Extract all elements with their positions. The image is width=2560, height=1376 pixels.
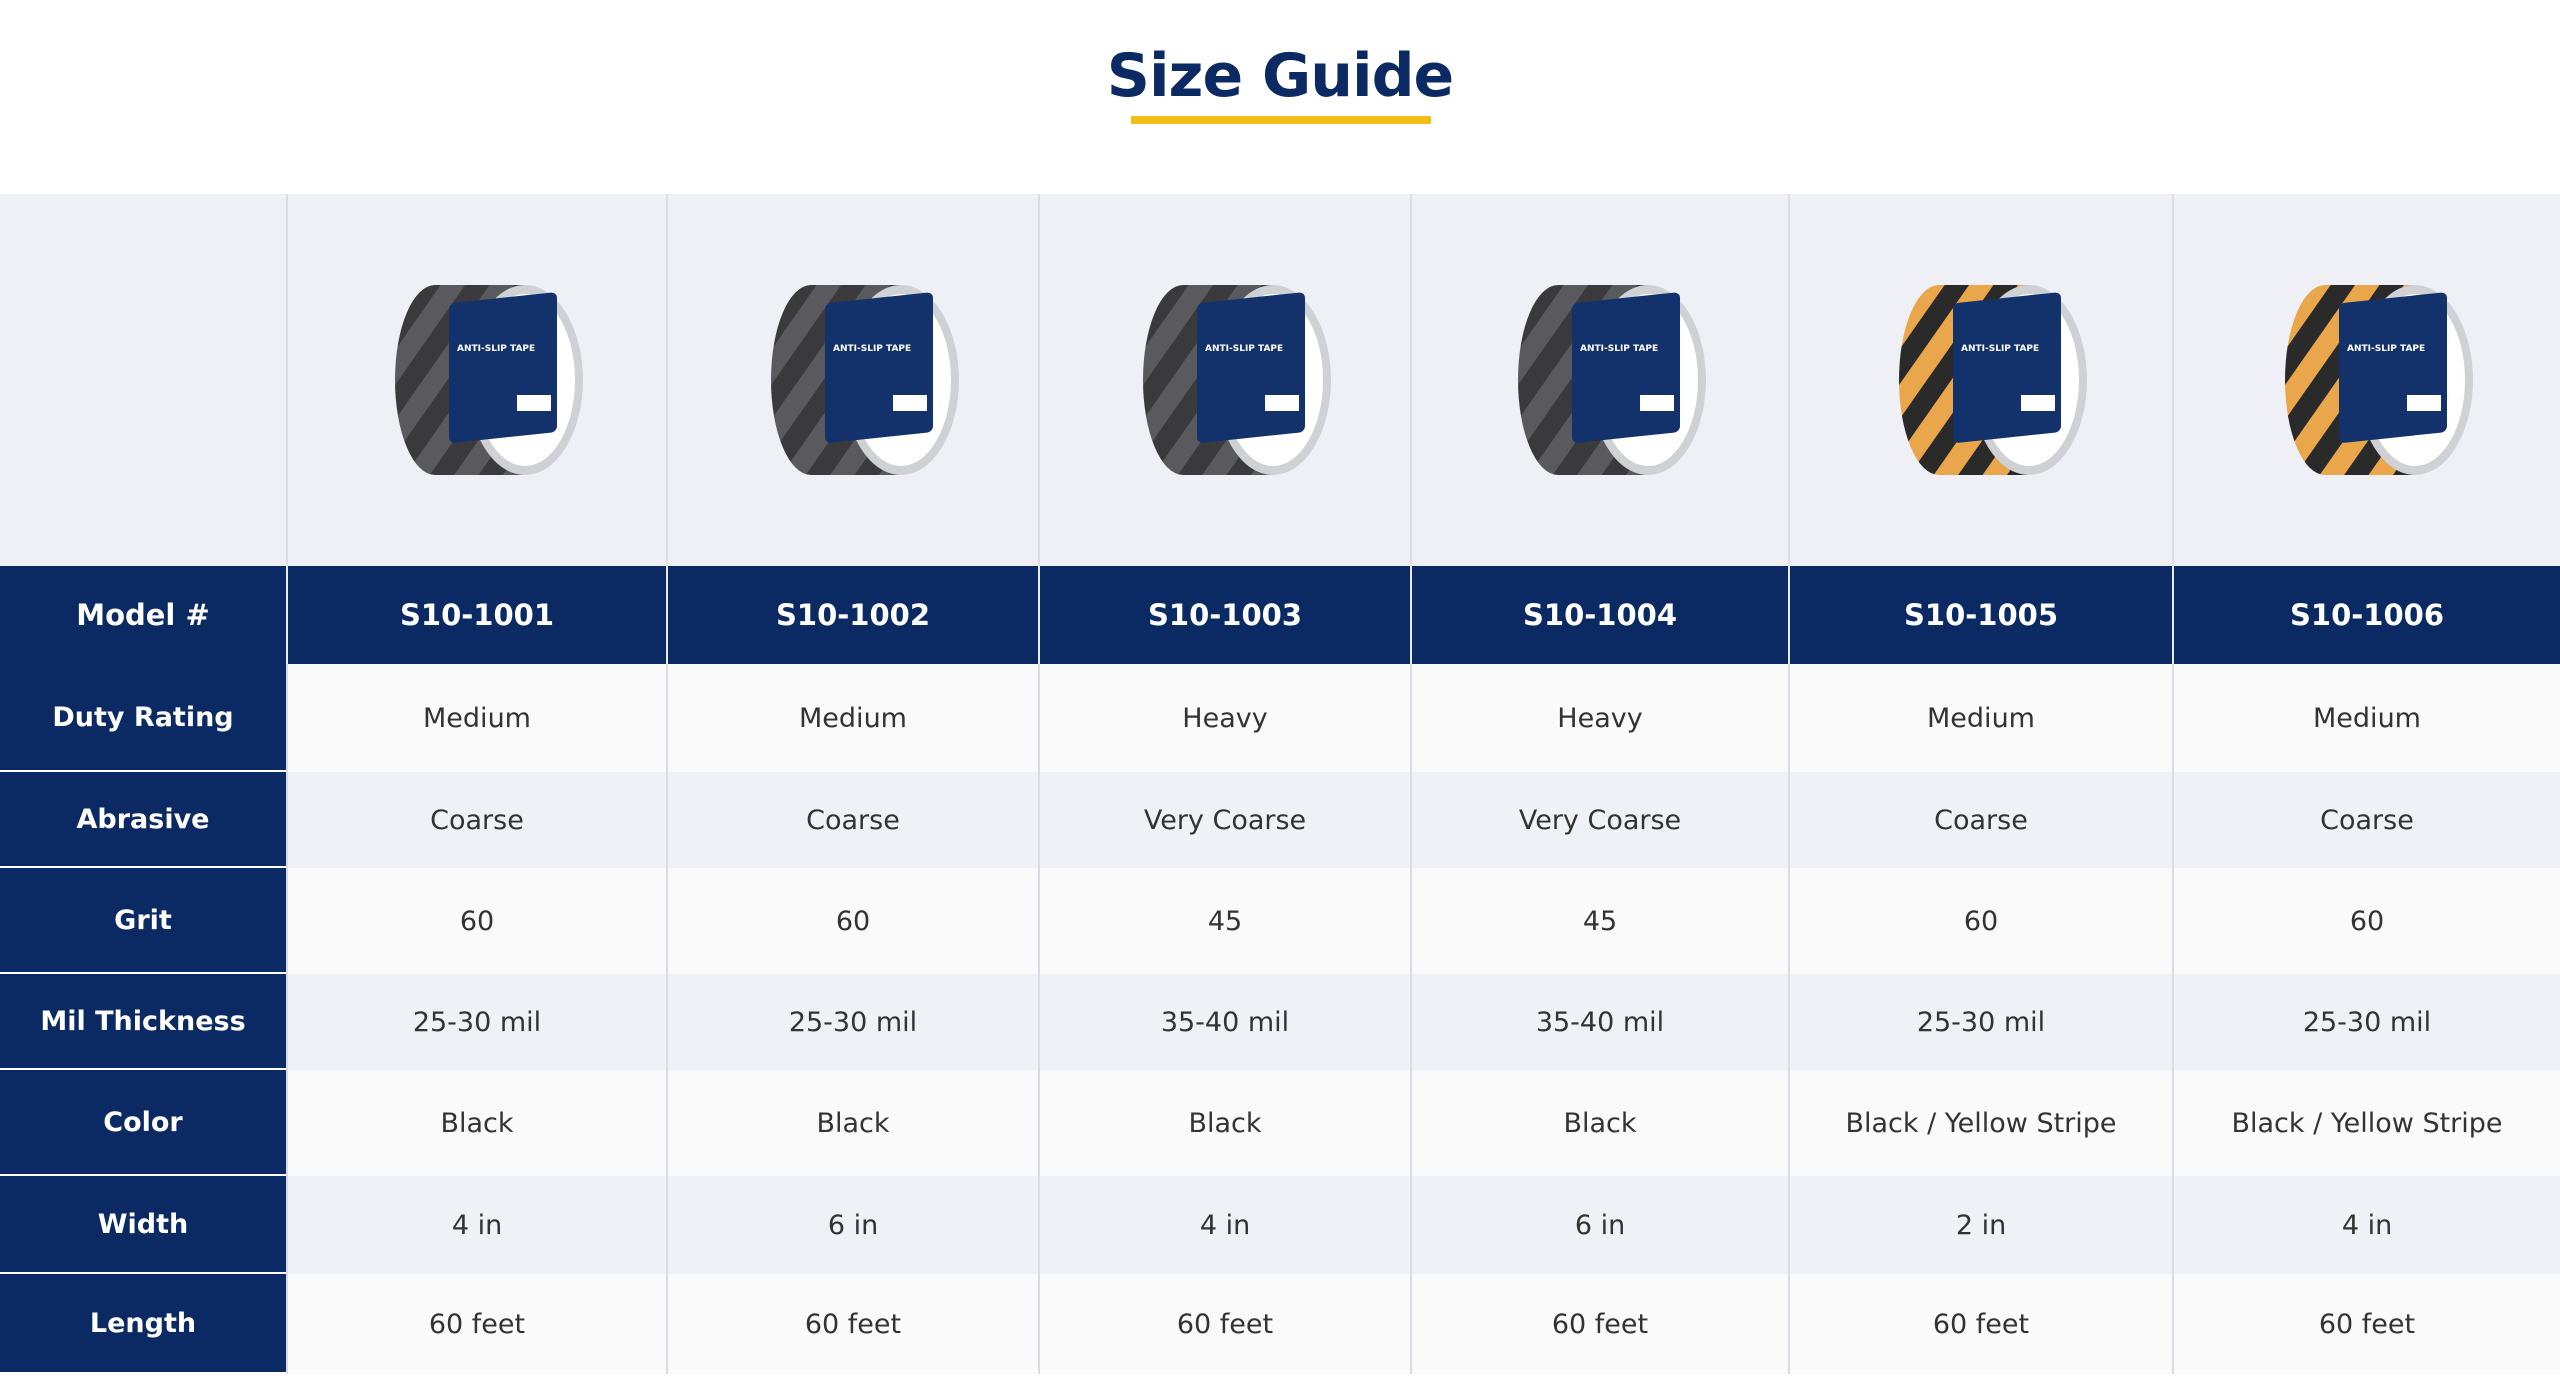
brand-text: OLYMPIA (1620, 307, 1675, 320)
spec-value: 35-40 mil (1410, 974, 1788, 1070)
spec-value: 4 in (2172, 1176, 2560, 1274)
spec-row: Length 60 feet 60 feet 60 feet 60 feet 60 fee… (0, 1274, 2560, 1374)
spec-value: 60 feet (286, 1274, 666, 1374)
row-label: Width (0, 1176, 286, 1274)
spec-value: 60 feet (2172, 1274, 2560, 1374)
spec-value: Medium (286, 664, 666, 772)
spec-value: Very Coarse (1038, 772, 1410, 868)
spec-value: 25-30 mil (666, 974, 1038, 1070)
spec-value: 25-30 mil (1788, 974, 2172, 1070)
brand-text: OLYMPIA (2387, 307, 2442, 320)
spec-value: 2 in (1788, 1176, 2172, 1274)
product-text: ANTI-SLIP TAPE (833, 344, 911, 354)
spec-row: Grit 60 60 45 45 60 60 (0, 868, 2560, 974)
spec-value: Very Coarse (1410, 772, 1788, 868)
spec-value: 6 in (666, 1176, 1038, 1274)
product-text: ANTI-SLIP TAPE (1580, 344, 1658, 354)
model-number-header: S10-1005 (1788, 566, 2172, 664)
product-text: ANTI-SLIP TAPE (457, 344, 535, 354)
spec-rows: Duty Rating Medium Medium Heavy Heavy Medium M… (0, 664, 2560, 1374)
page-title: Size Guide (1106, 41, 1454, 111)
product-text: ANTI-SLIP TAPE (1205, 344, 1283, 354)
spec-row: Abrasive Coarse Coarse Very Coarse Very Coar… (0, 772, 2560, 868)
row-label: Abrasive (0, 772, 286, 868)
empty-corner-cell (0, 194, 286, 566)
brand-text: OLYMPIA (873, 307, 928, 320)
spec-value: 60 (666, 868, 1038, 974)
tape-roll-black-icon: OLYMPIA ANTI-SLIP TAPE (1143, 285, 1331, 475)
tape-roll-striped-icon: OLYMPIA ANTI-SLIP TAPE (1899, 285, 2087, 475)
spec-value: 25-30 mil (2172, 974, 2560, 1070)
model-header-row: Model # S10-1001 S10-1002 S10-1003 S10-1004… (0, 566, 2560, 664)
spec-value: Black / Yellow Stripe (1788, 1070, 2172, 1176)
product-text: ANTI-SLIP TAPE (1961, 344, 2039, 354)
spec-value: Medium (2172, 664, 2560, 772)
brand-text: OLYMPIA (1245, 307, 1300, 320)
row-label: Length (0, 1274, 286, 1374)
row-label: Color (0, 1070, 286, 1176)
product-image-row: OLYMPIA ANTI-SLIP TAPE OLYMPIA ANTI-SLIP TA… (0, 194, 2560, 566)
spec-value: Coarse (666, 772, 1038, 868)
spec-value: Black (666, 1070, 1038, 1176)
model-number-header: S10-1006 (2172, 566, 2560, 664)
model-label: Model # (0, 566, 286, 664)
product-text: ANTI-SLIP TAPE (2347, 344, 2425, 354)
product-image-cell: OLYMPIA ANTI-SLIP TAPE (666, 194, 1038, 566)
spec-value: Heavy (1038, 664, 1410, 772)
tape-roll-striped-icon: OLYMPIA ANTI-SLIP TAPE (2285, 285, 2473, 475)
spec-value: 60 (286, 868, 666, 974)
size-guide-table: OLYMPIA ANTI-SLIP TAPE OLYMPIA ANTI-SLIP TA… (0, 194, 2560, 1374)
spec-value: Medium (666, 664, 1038, 772)
spec-value: Black / Yellow Stripe (2172, 1070, 2560, 1176)
product-image-cell: OLYMPIA ANTI-SLIP TAPE (1038, 194, 1410, 566)
product-image-cell: OLYMPIA ANTI-SLIP TAPE (1410, 194, 1788, 566)
spec-row: Color Black Black Black Black Black / Yellow … (0, 1070, 2560, 1176)
brand-text: OLYMPIA (2001, 307, 2056, 320)
spec-value: Coarse (2172, 772, 2560, 868)
spec-value: Medium (1788, 664, 2172, 772)
page-header: Size Guide (0, 0, 2560, 194)
row-label: Grit (0, 868, 286, 974)
title-underline (1131, 116, 1431, 124)
model-number-header: S10-1001 (286, 566, 666, 664)
model-number-header: S10-1002 (666, 566, 1038, 664)
spec-value: 60 feet (1788, 1274, 2172, 1374)
spec-row: Duty Rating Medium Medium Heavy Heavy Medium M… (0, 664, 2560, 772)
spec-value: 6 in (1410, 1176, 1788, 1274)
spec-value: Black (1410, 1070, 1788, 1176)
spec-value: 60 feet (666, 1274, 1038, 1374)
brand-text: OLYMPIA (497, 307, 552, 320)
spec-value: 35-40 mil (1038, 974, 1410, 1070)
spec-value: Black (1038, 1070, 1410, 1176)
spec-value: 45 (1410, 868, 1788, 974)
spec-row: Width 4 in 6 in 4 in 6 in 2 in 4 in (0, 1176, 2560, 1274)
product-image-cell: OLYMPIA ANTI-SLIP TAPE (2172, 194, 2560, 566)
spec-value: Heavy (1410, 664, 1788, 772)
product-image-cell: OLYMPIA ANTI-SLIP TAPE (286, 194, 666, 566)
spec-value: Coarse (286, 772, 666, 868)
spec-row: Mil Thickness 25-30 mil 25-30 mil 35-40 mil… (0, 974, 2560, 1070)
model-number-header: S10-1003 (1038, 566, 1410, 664)
spec-value: 60 feet (1038, 1274, 1410, 1374)
row-label: Duty Rating (0, 664, 286, 772)
tape-roll-black-icon: OLYMPIA ANTI-SLIP TAPE (771, 285, 959, 475)
spec-value: 60 (2172, 868, 2560, 974)
spec-value: 4 in (286, 1176, 666, 1274)
spec-value: Black (286, 1070, 666, 1176)
product-image-cell: OLYMPIA ANTI-SLIP TAPE (1788, 194, 2172, 566)
spec-value: 4 in (1038, 1176, 1410, 1274)
spec-value: 60 feet (1410, 1274, 1788, 1374)
tape-roll-black-icon: OLYMPIA ANTI-SLIP TAPE (1518, 285, 1706, 475)
spec-value: 45 (1038, 868, 1410, 974)
model-number-header: S10-1004 (1410, 566, 1788, 664)
spec-value: Coarse (1788, 772, 2172, 868)
spec-value: 60 (1788, 868, 2172, 974)
spec-value: 25-30 mil (286, 974, 666, 1070)
tape-roll-black-icon: OLYMPIA ANTI-SLIP TAPE (395, 285, 583, 475)
row-label: Mil Thickness (0, 974, 286, 1070)
